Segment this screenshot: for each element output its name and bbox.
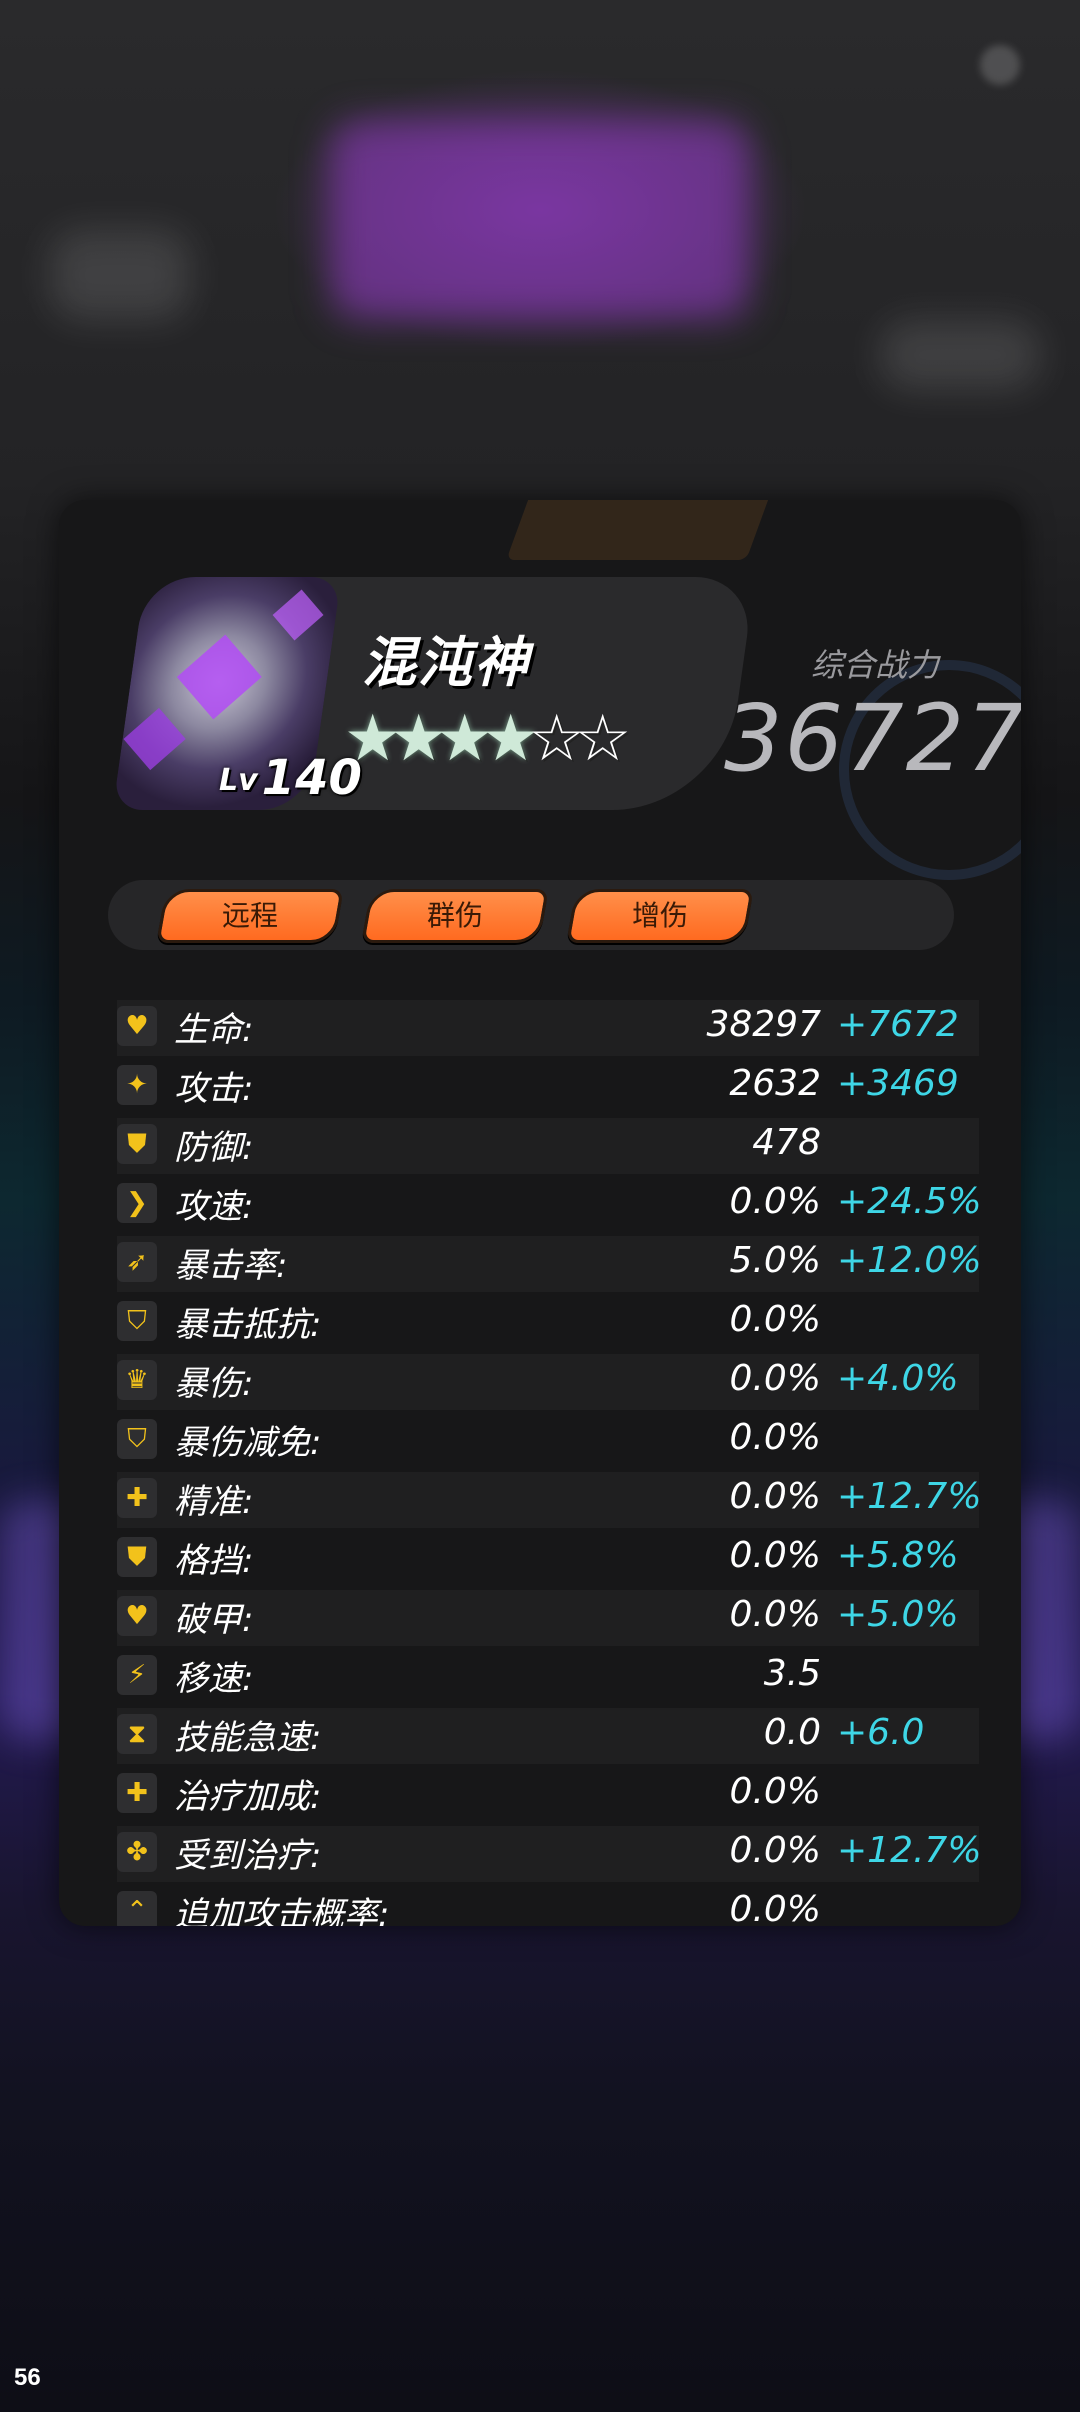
stat-bonus-value: +6.0 (837, 1712, 925, 1753)
stat-base-value: 0.0% (729, 1535, 821, 1576)
stat-label: 破甲: (174, 1600, 254, 1640)
screen-background: Lv140 混沌神 ★ ★ ★ ★ ☆ ☆ 综合战力 36727 远程 群伤 增伤 ♥ 生命… (0, 0, 1080, 2412)
portrait-crystal (176, 634, 262, 720)
star-empty-icon: ☆ (528, 702, 586, 776)
lightning-icon: ⚡ (117, 1655, 157, 1695)
panel-decoration (506, 500, 772, 560)
star-filled-icon: ★ (390, 702, 448, 776)
hero-name: 混沌神 (362, 631, 530, 694)
background-close-icon (980, 45, 1020, 85)
crosshair-icon: ✚ (117, 1478, 157, 1518)
crown-icon: ♛ (117, 1360, 157, 1400)
stat-base-value: 0.0% (729, 1417, 821, 1458)
stat-base-value: 3.5 (763, 1653, 821, 1694)
chevron-right-icon: ❯ (117, 1183, 157, 1223)
stat-bonus-value: +24.5% (837, 1181, 982, 1222)
stat-label: 精准: (174, 1482, 254, 1522)
block-shield-icon: ⛊ (117, 1537, 157, 1577)
stat-label: 格挡: (174, 1541, 254, 1581)
level-prefix: Lv (219, 763, 258, 798)
hourglass-icon: ⧗ (117, 1714, 157, 1754)
stat-bonus-value: +12.0% (837, 1240, 982, 1281)
stat-base-value: 0.0% (729, 1299, 821, 1340)
up-arrow-icon: ⌃ (117, 1891, 157, 1926)
background-banner (330, 120, 750, 320)
stat-label: 生命: (174, 1010, 254, 1050)
stat-base-value: 0.0% (729, 1830, 821, 1871)
tag-label: 远程 (221, 899, 278, 932)
corner-number: 56 (14, 2364, 41, 2391)
stat-label: 攻击: (174, 1069, 254, 1109)
stat-label: 暴伤: (174, 1364, 254, 1404)
stat-label: 暴伤减免: (174, 1423, 322, 1463)
stat-bonus-value: +12.7% (837, 1476, 982, 1517)
hero-level: Lv140 (219, 750, 362, 806)
star-rating: ★ ★ ★ ★ ☆ ☆ (344, 702, 632, 776)
tag-ranged[interactable]: 远程 (156, 889, 344, 943)
tag-label: 增伤 (631, 899, 688, 932)
stat-label: 暴击率: (174, 1246, 288, 1286)
tag-label: 群伤 (426, 899, 483, 932)
background-panel-right (880, 320, 1040, 390)
tag-damage-boost[interactable]: 增伤 (566, 889, 754, 943)
armor-break-icon: ♥ (117, 1596, 157, 1636)
stat-base-value: 2632 (729, 1063, 821, 1104)
plus-icon: ✚ (117, 1773, 157, 1813)
stat-label: 追加攻击概率: (174, 1895, 390, 1926)
stat-label: 受到治疗: (174, 1836, 322, 1876)
star-filled-icon: ★ (482, 702, 540, 776)
sparkle-icon: ✦ (117, 1065, 157, 1105)
star-filled-icon: ★ (344, 702, 402, 776)
stat-bonus-value: +5.8% (837, 1535, 959, 1576)
stat-base-value: 5.0% (729, 1240, 821, 1281)
stat-bonus-value: +4.0% (837, 1358, 959, 1399)
star-filled-icon: ★ (436, 702, 494, 776)
half-shield-icon: ⛉ (117, 1419, 157, 1459)
background-panel-left (50, 230, 190, 320)
power-value: 36727 (724, 685, 1021, 792)
feather-icon: ➶ (117, 1242, 157, 1282)
shield-outline-icon: ⛉ (117, 1301, 157, 1341)
stat-label: 技能急速: (174, 1718, 322, 1758)
stat-base-value: 38297 (706, 1004, 821, 1045)
stat-base-value: 0.0 (763, 1712, 821, 1753)
stat-base-value: 478 (752, 1122, 821, 1163)
stat-base-value: 0.0% (729, 1181, 821, 1222)
star-empty-icon: ☆ (574, 702, 632, 776)
stat-bonus-value: +12.7% (837, 1830, 982, 1871)
stat-label: 防御: (174, 1128, 254, 1168)
stat-label: 暴击抵抗: (174, 1305, 322, 1345)
stat-bonus-value: +7672 (837, 1004, 959, 1045)
stat-base-value: 0.0% (729, 1476, 821, 1517)
stat-base-value: 0.0% (729, 1889, 821, 1926)
stat-bonus-value: +5.0% (837, 1594, 959, 1635)
hero-stats-panel: Lv140 混沌神 ★ ★ ★ ★ ☆ ☆ 综合战力 36727 远程 群伤 增伤 ♥ 生命… (59, 500, 1021, 1926)
shield-icon: ⛊ (117, 1124, 157, 1164)
stat-base-value: 0.0% (729, 1771, 821, 1812)
stat-base-value: 0.0% (729, 1358, 821, 1399)
stat-label: 攻速: (174, 1187, 254, 1227)
portrait-crystal (123, 707, 186, 771)
tag-aoe[interactable]: 群伤 (361, 889, 549, 943)
stat-bonus-value: +3469 (837, 1063, 959, 1104)
clover-icon: ✤ (117, 1832, 157, 1872)
stat-label: 移速: (174, 1659, 254, 1699)
stat-base-value: 0.0% (729, 1594, 821, 1635)
portrait-crystal (272, 589, 324, 641)
stat-label: 治疗加成: (174, 1777, 322, 1817)
power-label: 综合战力 (811, 646, 940, 684)
heart-icon: ♥ (117, 1006, 157, 1046)
